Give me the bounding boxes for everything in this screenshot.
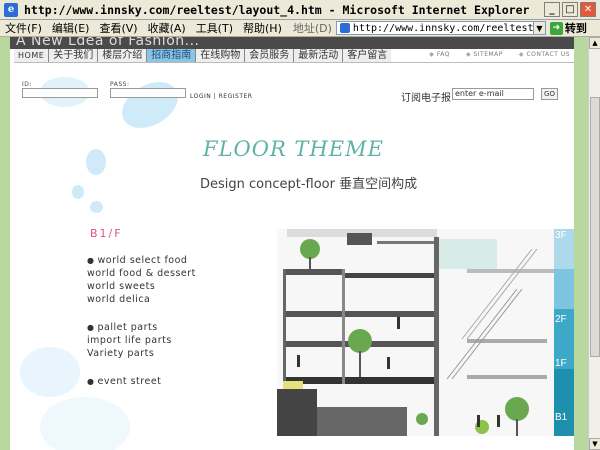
nav-guestbook[interactable]: 客户留言 [343, 49, 392, 62]
page-viewport: A New Ldea of Fashion... HOME 关于我们 楼层介绍 … [0, 37, 588, 450]
page-title: FLOOR THEME [203, 137, 384, 161]
address-bar[interactable]: http://www.innsky.com/reeltest/layout_4.… [335, 21, 534, 35]
floor-label: B1/F [90, 227, 123, 240]
petal-decoration [40, 397, 130, 450]
floor-label-3f: 3F [555, 230, 567, 241]
pass-input[interactable] [110, 88, 186, 98]
address-value: http://www.innsky.com/reeltest/layout_4.… [352, 22, 534, 34]
list-item: world food & dessert [87, 268, 196, 279]
menu-tools[interactable]: 工具(T) [191, 20, 238, 36]
menu-bar: 文件(F) 编辑(E) 查看(V) 收藏(A) 工具(T) 帮助(H) 地址(D… [0, 20, 600, 37]
utility-links: FAQ SITEMAP CONTACT US [429, 51, 570, 58]
building-cross-section [277, 229, 574, 436]
list-item: world select food [87, 255, 187, 266]
id-label: ID: [22, 81, 32, 88]
petal-decoration [90, 201, 103, 213]
list-item: Variety parts [87, 348, 155, 359]
list-item: event street [87, 376, 161, 387]
scroll-down-icon[interactable]: ▼ [589, 438, 600, 450]
menu-file[interactable]: 文件(F) [0, 20, 47, 36]
menu-help[interactable]: 帮助(H) [238, 20, 287, 36]
floor-diagram: 3F 2F 1F B1 [277, 229, 574, 436]
link-contact[interactable]: CONTACT US [519, 51, 570, 58]
nav-divider [14, 62, 574, 63]
go-button[interactable]: ➜ 转到 [549, 20, 587, 36]
scroll-up-icon[interactable]: ▲ [589, 37, 600, 49]
list-item: world delica [87, 294, 151, 305]
close-button[interactable]: ✕ [580, 2, 596, 17]
maximize-button[interactable]: □ [562, 2, 578, 17]
address-dropdown-icon[interactable]: ▼ [533, 21, 546, 35]
ie-icon: e [4, 2, 18, 17]
petal-decoration [20, 347, 80, 397]
menu-edit[interactable]: 编辑(E) [47, 20, 95, 36]
menu-view[interactable]: 查看(V) [94, 20, 142, 36]
nav-about[interactable]: 关于我们 [49, 49, 99, 62]
nav-events[interactable]: 最新活动 [294, 49, 344, 62]
go-arrow-icon: ➜ [549, 21, 563, 35]
email-input[interactable]: enter e-mail [452, 88, 534, 100]
banner-text: A New Ldea of Fashion... [16, 37, 200, 49]
go-label: 转到 [564, 22, 587, 35]
pass-label: PASS: [110, 81, 130, 88]
petal-decoration [72, 185, 84, 199]
window-controls: _ □ ✕ [544, 2, 596, 17]
register-link[interactable]: REGISTER [219, 93, 253, 100]
left-border [0, 37, 10, 450]
banner: A New Ldea of Fashion... [10, 37, 574, 49]
scroll-thumb[interactable] [590, 97, 600, 357]
nav-floors[interactable]: 楼层介绍 [98, 49, 148, 62]
nav-shopping[interactable]: 在线购物 [196, 49, 246, 62]
petal-decoration [86, 149, 106, 175]
menu-favorites[interactable]: 收藏(A) [143, 20, 191, 36]
subscribe-go-button[interactable]: GO [541, 88, 558, 100]
window-titlebar: e http://www.innsky.com/reeltest/layout_… [0, 0, 600, 20]
login-link[interactable]: LOGIN [190, 93, 211, 100]
list-item: import life parts [87, 335, 172, 346]
minimize-button[interactable]: _ [544, 2, 560, 17]
link-sitemap[interactable]: SITEMAP [466, 51, 503, 58]
nav-leasing[interactable]: 招商指南 [147, 49, 197, 62]
floor-label-2f: 2F [555, 314, 567, 325]
subscribe-label: 订阅电子报 [401, 93, 451, 104]
link-faq[interactable]: FAQ [429, 51, 450, 58]
floor-label-1f: 1F [555, 358, 567, 369]
floor-label-b1: B1 [555, 412, 568, 423]
login-links: LOGIN | REGISTER [190, 93, 252, 100]
id-input[interactable] [22, 88, 98, 98]
right-border [574, 37, 588, 450]
login-separator: | [213, 93, 217, 100]
list-item: world sweets [87, 281, 156, 292]
window-title: http://www.innsky.com/reeltest/layout_4.… [24, 2, 530, 17]
address-label: 地址(D) [292, 22, 332, 35]
page-icon [339, 23, 350, 33]
nav-home[interactable]: HOME [14, 49, 50, 62]
list-item: pallet parts [87, 322, 158, 333]
page-subtitle: Design concept-floor 垂直空间构成 [200, 177, 418, 192]
nav-members[interactable]: 会员服务 [245, 49, 295, 62]
main-nav: HOME 关于我们 楼层介绍 招商指南 在线购物 会员服务 最新活动 客户留言 [14, 49, 392, 62]
vertical-scrollbar[interactable]: ▲ ▼ [588, 37, 600, 450]
